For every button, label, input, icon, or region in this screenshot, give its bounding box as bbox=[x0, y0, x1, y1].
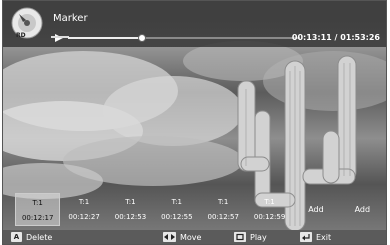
footer-bar: A Delete Move Play Exit bbox=[3, 230, 386, 244]
marker-time: 00:12:55 bbox=[161, 213, 193, 221]
exit-button[interactable]: Exit bbox=[300, 232, 331, 242]
marker-strip: T:1 00:12:17 T:1 00:12:27 T:1 00:12:53 T… bbox=[15, 193, 386, 227]
progress-knob[interactable] bbox=[138, 34, 147, 42]
header-bar: RD Marker 00:13:11 / 01:53:26 bbox=[3, 1, 386, 47]
add-marker-slot[interactable]: Add bbox=[293, 193, 338, 226]
marker-time: 00:12:53 bbox=[114, 213, 147, 221]
disc-icon: RD bbox=[11, 7, 43, 39]
marker-time: 00:12:27 bbox=[68, 213, 100, 221]
marker-time: 00:12:57 bbox=[207, 213, 239, 221]
progress-lead-line bbox=[51, 36, 69, 38]
play-label: Play bbox=[250, 232, 267, 242]
play-button[interactable]: Play bbox=[234, 232, 267, 242]
marker-title: T:1 bbox=[171, 198, 182, 206]
marker-time: 00:12:59 bbox=[253, 213, 286, 221]
page-title: Marker bbox=[53, 13, 88, 24]
enter-key-icon bbox=[234, 232, 246, 242]
move-button[interactable]: Move bbox=[163, 232, 201, 242]
exit-label: Exit bbox=[316, 232, 332, 242]
marker-item[interactable]: T:1 00:12:55 bbox=[154, 193, 199, 226]
marker-title: T:1 bbox=[32, 199, 43, 207]
playback-time: 00:13:11 / 01:53:26 bbox=[291, 33, 380, 42]
delete-label: Delete bbox=[26, 232, 53, 242]
svg-text:RD: RD bbox=[16, 32, 26, 39]
progress-fill bbox=[68, 37, 143, 39]
add-marker-slot[interactable]: Add bbox=[340, 193, 385, 226]
return-key-icon bbox=[300, 232, 312, 242]
left-right-arrows-icon bbox=[163, 232, 176, 242]
marker-item[interactable]: T:1 00:12:27 bbox=[61, 193, 106, 226]
marker-title: T:1 bbox=[125, 198, 136, 206]
marker-item[interactable]: T:1 00:12:17 bbox=[15, 193, 61, 226]
marker-item[interactable]: T:1 00:12:53 bbox=[108, 193, 153, 226]
move-label: Move bbox=[180, 232, 202, 242]
marker-title: T:1 bbox=[78, 198, 90, 206]
marker-item[interactable]: T:1 00:12:57 bbox=[201, 193, 246, 226]
delete-button[interactable]: A Delete bbox=[11, 232, 52, 242]
marker-screen: RD Marker 00:13:11 / 01:53:26 T:1 00:12:… bbox=[2, 0, 387, 245]
playback-progress-bar[interactable] bbox=[68, 34, 300, 42]
marker-title: T:1 bbox=[218, 198, 229, 206]
marker-time: 00:12:17 bbox=[21, 214, 54, 222]
marker-title: T:1 bbox=[264, 198, 275, 206]
a-key-icon: A bbox=[11, 232, 22, 242]
marker-item[interactable]: T:1 00:12:59 bbox=[247, 193, 292, 226]
